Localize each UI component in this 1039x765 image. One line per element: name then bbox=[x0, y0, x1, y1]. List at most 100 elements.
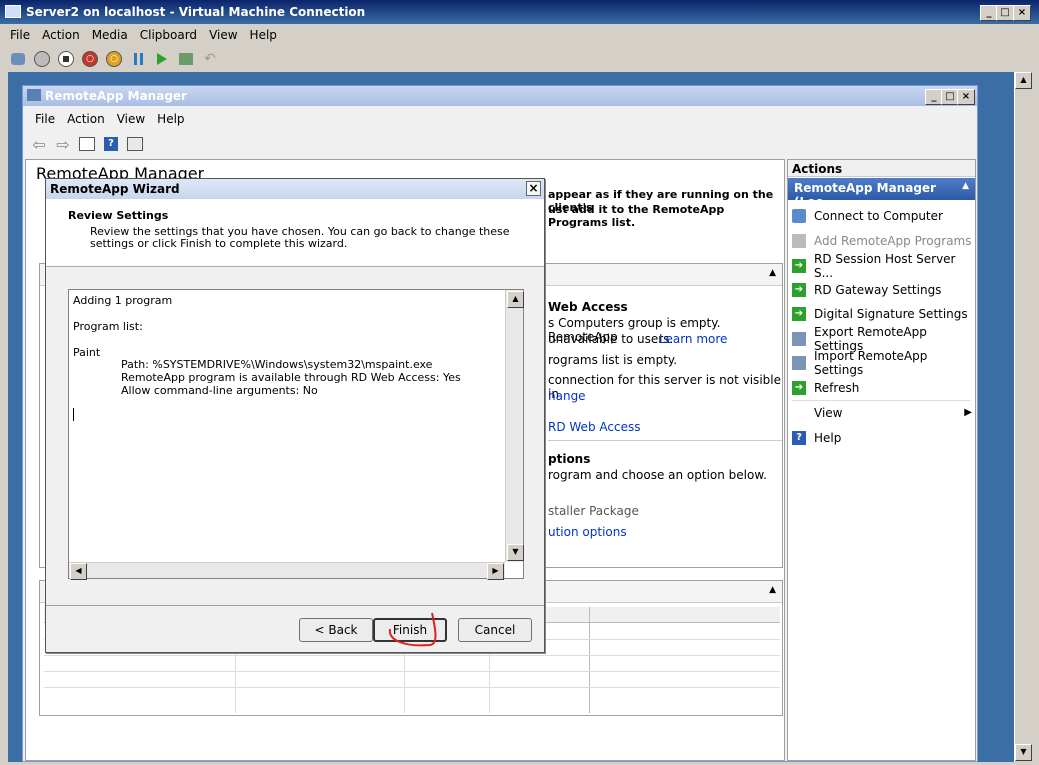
action-export-remoteapp-settings[interactable]: Export RemoteApp Settings bbox=[792, 325, 972, 353]
export-icon bbox=[792, 332, 806, 346]
col-divider bbox=[589, 607, 590, 713]
mmc-menu-file[interactable]: File bbox=[29, 112, 61, 126]
action-rd-gateway-settings[interactable]: ➔ RD Gateway Settings bbox=[792, 279, 972, 301]
shutdown-icon[interactable]: ○ bbox=[80, 49, 100, 69]
mmc-toolbar: ⇦ ⇨ ? bbox=[29, 133, 149, 155]
divider bbox=[548, 440, 782, 441]
red-annotation-mark bbox=[388, 612, 437, 647]
menu-action[interactable]: Action bbox=[36, 28, 86, 42]
vm-settings-icon[interactable] bbox=[8, 49, 28, 69]
summary-path: Path: %SYSTEMDRIVE%\Windows\system32\msp… bbox=[121, 358, 433, 371]
mmc-close-button[interactable]: × bbox=[957, 89, 975, 105]
action-digital-signature-settings[interactable]: ➔ Digital Signature Settings bbox=[792, 303, 972, 325]
remoteapp-wizard-dialog: RemoteApp Wizard × Review Settings Revie… bbox=[45, 178, 545, 653]
revert-icon[interactable]: ↶ bbox=[200, 49, 220, 69]
mmc-menu-action[interactable]: Action bbox=[61, 112, 111, 126]
mmc-titlebar: RemoteApp Manager _ □ × bbox=[23, 86, 977, 106]
back-button[interactable]: < Back bbox=[299, 618, 373, 642]
row-divider bbox=[44, 687, 780, 688]
vm-vertical-scrollbar[interactable]: ▲ ▼ bbox=[1014, 72, 1032, 762]
wizard-titlebar: RemoteApp Wizard × bbox=[46, 179, 544, 199]
rd-web-access-link[interactable]: RD Web Access bbox=[548, 420, 640, 434]
wizard-close-button[interactable]: × bbox=[526, 181, 541, 196]
action-help[interactable]: ? Help bbox=[792, 427, 972, 449]
scroll-up-button[interactable]: ▲ bbox=[507, 291, 524, 308]
show-hide-tree-icon[interactable] bbox=[77, 134, 97, 154]
menu-clipboard[interactable]: Clipboard bbox=[134, 28, 203, 42]
scroll-right-button[interactable]: ▶ bbox=[487, 563, 504, 580]
row-divider bbox=[44, 655, 780, 656]
action-refresh[interactable]: ➔ Refresh bbox=[792, 377, 972, 399]
snapshot-icon[interactable] bbox=[176, 49, 196, 69]
summary-hscrollbar[interactable]: ◀ ▶ bbox=[69, 562, 505, 580]
summary-line: Paint bbox=[73, 346, 101, 359]
mmc-menu-help[interactable]: Help bbox=[151, 112, 190, 126]
resume-icon[interactable] bbox=[152, 49, 172, 69]
action-view[interactable]: View ▶ bbox=[792, 402, 972, 424]
action-label: RD Session Host Server S... bbox=[814, 252, 956, 280]
mmc-title: RemoteApp Manager bbox=[45, 89, 187, 103]
forward-arrow-icon[interactable]: ⇨ bbox=[53, 134, 73, 154]
installer-package-link[interactable]: staller Package bbox=[548, 504, 639, 518]
change-link[interactable]: hange bbox=[548, 389, 586, 403]
scroll-up-button[interactable]: ▲ bbox=[1015, 72, 1032, 89]
wizard-header: Review Settings Review the settings that… bbox=[46, 199, 544, 267]
vm-menubar: File Action Media Clipboard View Help bbox=[4, 25, 604, 45]
actions-subheader[interactable]: RemoteApp Manager (Loc... ▲ bbox=[788, 178, 975, 209]
menu-help[interactable]: Help bbox=[244, 28, 283, 42]
options-line1: rogram and choose an option below. bbox=[548, 468, 767, 482]
action-label: Refresh bbox=[814, 381, 860, 395]
vm-window-title: Server2 on localhost - Virtual Machine C… bbox=[26, 5, 366, 19]
collapse-icon[interactable]: ▲ bbox=[962, 181, 969, 191]
mmc-menubar: File Action View Help bbox=[29, 109, 191, 129]
scroll-left-button[interactable]: ◀ bbox=[70, 563, 87, 580]
vm-toolbar: ○ ○ ↶ bbox=[8, 48, 308, 70]
options-heading: ptions bbox=[548, 452, 591, 466]
rdweb-line3: rograms list is empty. bbox=[548, 353, 678, 367]
add-program-icon bbox=[792, 234, 806, 248]
action-rd-session-host-server-settings[interactable]: ➔ RD Session Host Server S... bbox=[792, 252, 972, 280]
action-label: Add RemoteApp Programs bbox=[814, 234, 972, 248]
summary-cmdline: Allow command-line arguments: No bbox=[121, 384, 318, 397]
mmc-menu-view[interactable]: View bbox=[111, 112, 151, 126]
close-button[interactable]: × bbox=[1013, 5, 1031, 21]
cancel-button[interactable]: Cancel bbox=[458, 618, 532, 642]
summary-line: Program list: bbox=[73, 320, 143, 333]
action-import-remoteapp-settings[interactable]: Import RemoteApp Settings bbox=[792, 349, 972, 377]
text-cursor bbox=[73, 408, 74, 421]
ctrl-alt-del-icon[interactable] bbox=[32, 49, 52, 69]
vm-window-titlebar: Server2 on localhost - Virtual Machine C… bbox=[0, 0, 1039, 24]
back-arrow-icon[interactable]: ⇦ bbox=[29, 134, 49, 154]
action-label: View bbox=[814, 406, 843, 420]
menu-file[interactable]: File bbox=[4, 28, 36, 42]
vm-window-icon bbox=[5, 5, 21, 18]
power-icon[interactable]: ○ bbox=[104, 49, 124, 69]
collapse-icon[interactable]: ▲ bbox=[769, 268, 776, 278]
wizard-desc-2: settings or click Finish to complete thi… bbox=[90, 237, 348, 250]
summary-vscrollbar[interactable]: ▲ ▼ bbox=[505, 290, 524, 562]
help-icon[interactable]: ? bbox=[101, 134, 121, 154]
actions-header: Actions bbox=[788, 160, 975, 177]
summary-line: Adding 1 program bbox=[73, 294, 173, 307]
action-label: Digital Signature Settings bbox=[814, 307, 968, 321]
blank-icon bbox=[792, 406, 806, 420]
wizard-footer-divider bbox=[46, 605, 544, 606]
action-label: Import RemoteApp Settings bbox=[814, 349, 928, 377]
scroll-down-button[interactable]: ▼ bbox=[1015, 744, 1032, 761]
mmc-window-icon bbox=[27, 89, 41, 101]
distribution-options-link[interactable]: ution options bbox=[548, 525, 627, 539]
pause-icon[interactable] bbox=[128, 49, 148, 69]
row-divider bbox=[44, 671, 780, 672]
summary-textbox[interactable]: Adding 1 program Program list: Paint Pat… bbox=[68, 289, 524, 580]
show-hide-action-pane-icon[interactable] bbox=[125, 134, 145, 154]
action-add-remoteapp-programs[interactable]: Add RemoteApp Programs bbox=[792, 230, 972, 252]
summary-rdweb: RemoteApp program is available through R… bbox=[121, 371, 461, 384]
turn-off-icon[interactable] bbox=[56, 49, 76, 69]
menu-media[interactable]: Media bbox=[86, 28, 134, 42]
maximize-button[interactable]: □ bbox=[996, 5, 1014, 21]
scroll-down-button[interactable]: ▼ bbox=[507, 544, 524, 561]
menu-view[interactable]: View bbox=[203, 28, 243, 42]
learn-more-link[interactable]: Learn more bbox=[659, 332, 727, 346]
collapse-icon[interactable]: ▲ bbox=[769, 585, 776, 595]
action-connect-to-computer[interactable]: Connect to Computer bbox=[792, 205, 972, 227]
